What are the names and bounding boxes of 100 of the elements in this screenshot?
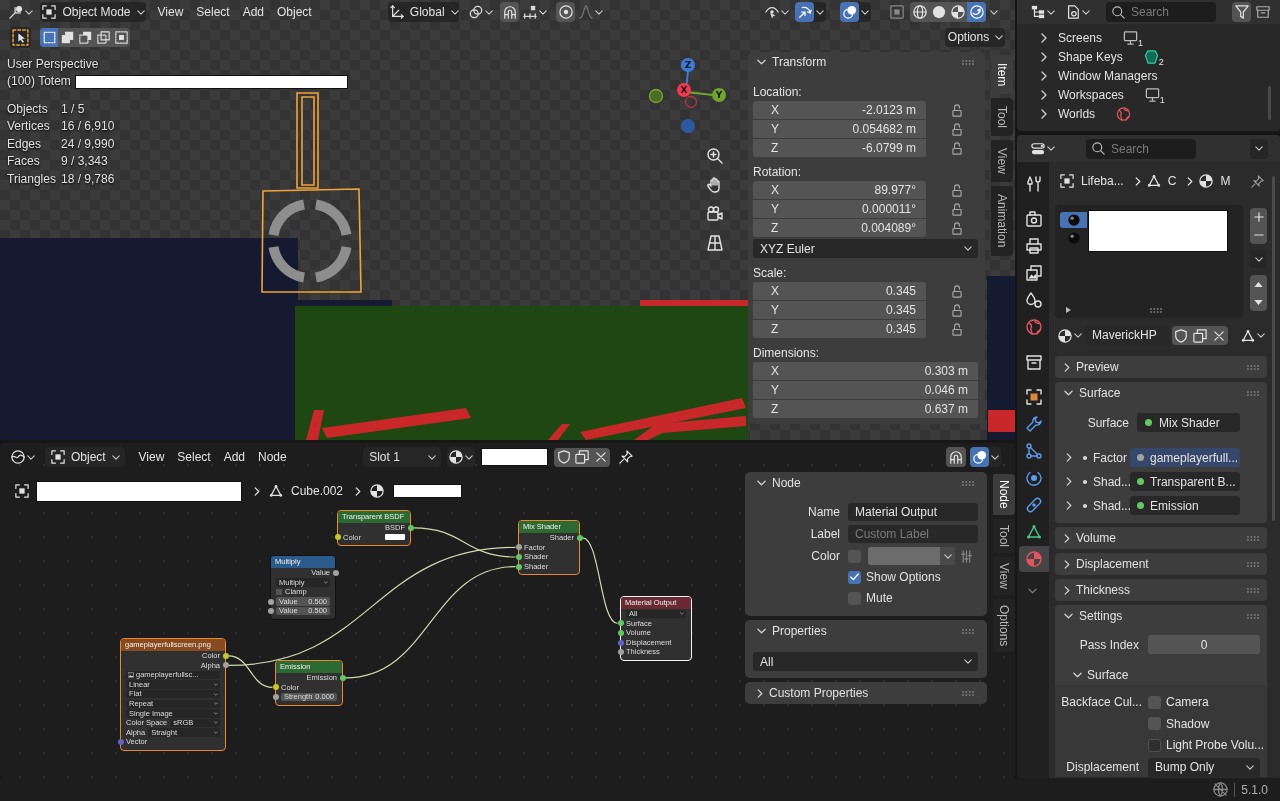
chevron-right-icon[interactable] bbox=[1041, 32, 1047, 43]
overlays-toggle[interactable] bbox=[970, 447, 989, 467]
options-dropdown[interactable] bbox=[1250, 138, 1268, 159]
number-field[interactable]: Z 0.004089° bbox=[753, 219, 926, 237]
panel-header[interactable]: Surface bbox=[1055, 382, 1267, 404]
tree-item[interactable]: Worlds bbox=[1058, 108, 1096, 121]
menu-item[interactable]: Object bbox=[270, 2, 319, 22]
shading-mode-button[interactable] bbox=[948, 2, 967, 22]
panel-header[interactable]: Thickness bbox=[1055, 579, 1267, 601]
number-field[interactable]: Z 0.637 m bbox=[753, 400, 978, 418]
displacement-dropdown[interactable]: Bump Only bbox=[1148, 757, 1260, 777]
menu-item[interactable]: View bbox=[151, 2, 190, 22]
sidebar-tab[interactable]: Node bbox=[993, 474, 1015, 515]
search-box[interactable]: Search bbox=[1086, 138, 1196, 159]
socket-icon[interactable] bbox=[267, 608, 274, 615]
navigation-gizmo[interactable]: X Y Z bbox=[648, 57, 727, 134]
search-box[interactable]: Search bbox=[1106, 2, 1216, 22]
axis-handle[interactable] bbox=[684, 95, 698, 109]
number-field[interactable]: X 0.303 m bbox=[753, 362, 978, 380]
linked-node-field[interactable]: Emission bbox=[1130, 496, 1240, 515]
socket-icon[interactable] bbox=[332, 569, 339, 576]
checkbox[interactable] bbox=[276, 589, 282, 595]
search-input[interactable]: Search bbox=[1111, 140, 1192, 157]
slot-row[interactable] bbox=[1060, 212, 1087, 228]
panel-header[interactable]: Properties bbox=[753, 620, 978, 642]
editor-type-button[interactable] bbox=[8, 447, 38, 467]
xray-toggle[interactable] bbox=[887, 2, 906, 22]
dropdown[interactable]: All bbox=[753, 652, 978, 671]
sidebar-tab[interactable]: View bbox=[993, 556, 1015, 595]
socket-icon[interactable] bbox=[222, 662, 229, 669]
color-dropdown[interactable] bbox=[940, 547, 955, 565]
open-padlock-icon[interactable] bbox=[952, 122, 962, 136]
tree-item[interactable]: Workspaces bbox=[1058, 89, 1124, 102]
menu-item[interactable]: Add bbox=[217, 447, 252, 467]
menu-item[interactable]: View bbox=[132, 447, 171, 467]
select-tool-button[interactable] bbox=[10, 26, 31, 48]
number-field[interactable]: Y 0.046 m bbox=[753, 381, 978, 399]
duplicate-button[interactable] bbox=[572, 447, 592, 467]
number-field[interactable]: X -2.0123 m bbox=[753, 101, 926, 119]
sliders-icon[interactable] bbox=[960, 549, 973, 563]
gizmos-toggle[interactable] bbox=[795, 2, 814, 22]
open-padlock-icon[interactable] bbox=[952, 103, 962, 117]
panel-header[interactable]: Transform bbox=[753, 52, 978, 72]
mode-dropdown[interactable]: Object Mode bbox=[40, 2, 146, 22]
chevron-right-icon[interactable] bbox=[1066, 501, 1072, 510]
socket-icon[interactable] bbox=[515, 563, 522, 570]
context-dropdown[interactable]: Object bbox=[45, 447, 125, 467]
tree-item[interactable]: Shape Keys bbox=[1058, 50, 1123, 63]
open-padlock-icon[interactable] bbox=[952, 284, 962, 298]
axis-handle[interactable] bbox=[681, 119, 695, 133]
color-swatch[interactable] bbox=[868, 547, 940, 565]
rotation-mode-dropdown[interactable]: XYZ Euler bbox=[753, 239, 978, 258]
scrollbar[interactable] bbox=[1268, 86, 1271, 120]
slot-menu-button[interactable] bbox=[1250, 250, 1267, 268]
socket-icon[interactable] bbox=[272, 694, 279, 700]
crossed-globe-icon[interactable] bbox=[1213, 782, 1229, 797]
chevron-right-icon[interactable] bbox=[1041, 70, 1047, 81]
socket-icon[interactable] bbox=[515, 554, 522, 560]
material-browse-button[interactable] bbox=[447, 447, 476, 467]
projection-button[interactable] bbox=[704, 232, 726, 254]
slot-dropdown[interactable]: Slot 1 bbox=[363, 447, 442, 467]
sidebar-tab[interactable]: Item bbox=[991, 55, 1013, 95]
open-padlock-icon[interactable] bbox=[952, 202, 962, 216]
select-mode-button[interactable] bbox=[40, 27, 58, 47]
checkbox[interactable] bbox=[1148, 695, 1161, 709]
orientation-dropdown[interactable]: Global bbox=[388, 2, 460, 22]
sidebar-tab[interactable]: Options bbox=[993, 598, 1015, 652]
duplicate-button[interactable] bbox=[1190, 326, 1210, 345]
shading-mode-button[interactable] bbox=[910, 2, 929, 22]
filter-button[interactable] bbox=[1232, 2, 1251, 22]
socket-icon[interactable] bbox=[617, 620, 624, 627]
name-field[interactable]: Material Output bbox=[848, 503, 978, 521]
menu-item[interactable]: Select bbox=[170, 447, 218, 467]
socket-icon[interactable] bbox=[576, 534, 583, 541]
chevron-right-icon[interactable] bbox=[1066, 453, 1072, 462]
label-field[interactable]: Custom Label bbox=[848, 525, 978, 543]
number-field[interactable]: X 0.345 bbox=[753, 282, 926, 300]
socket-icon[interactable] bbox=[515, 544, 522, 551]
chevron-right-icon[interactable] bbox=[1041, 51, 1047, 62]
tree-item[interactable]: Screens bbox=[1058, 31, 1103, 44]
socket-icon[interactable] bbox=[272, 684, 279, 691]
axis-handle[interactable]: X bbox=[677, 83, 691, 97]
axis-handle[interactable]: Z bbox=[681, 58, 695, 72]
open-padlock-icon[interactable] bbox=[952, 141, 962, 155]
linked-node-field[interactable]: Transparent B... bbox=[1130, 472, 1240, 491]
shading-mode-button[interactable] bbox=[967, 2, 986, 22]
number-field[interactable]: Y 0.345 bbox=[753, 301, 926, 319]
options-dropdown[interactable]: Options bbox=[945, 27, 1005, 47]
snap-toggle[interactable] bbox=[946, 447, 966, 467]
number-field[interactable]: 0 bbox=[1148, 635, 1260, 654]
panel-header[interactable]: Node bbox=[753, 472, 978, 494]
axis-handle[interactable] bbox=[648, 88, 664, 104]
number-field[interactable]: Y 0.000011° bbox=[753, 200, 926, 218]
pin-icon[interactable] bbox=[1251, 174, 1264, 188]
material-slot-list[interactable] bbox=[1055, 205, 1243, 318]
socket-icon[interactable] bbox=[267, 598, 274, 605]
linked-node-field[interactable]: gameplayerfull... bbox=[1130, 448, 1240, 467]
resize-handle-icon[interactable] bbox=[1150, 307, 1162, 313]
number-field[interactable]: Z 0.345 bbox=[753, 320, 926, 338]
shader-dropdown[interactable]: Mix Shader bbox=[1137, 413, 1240, 432]
